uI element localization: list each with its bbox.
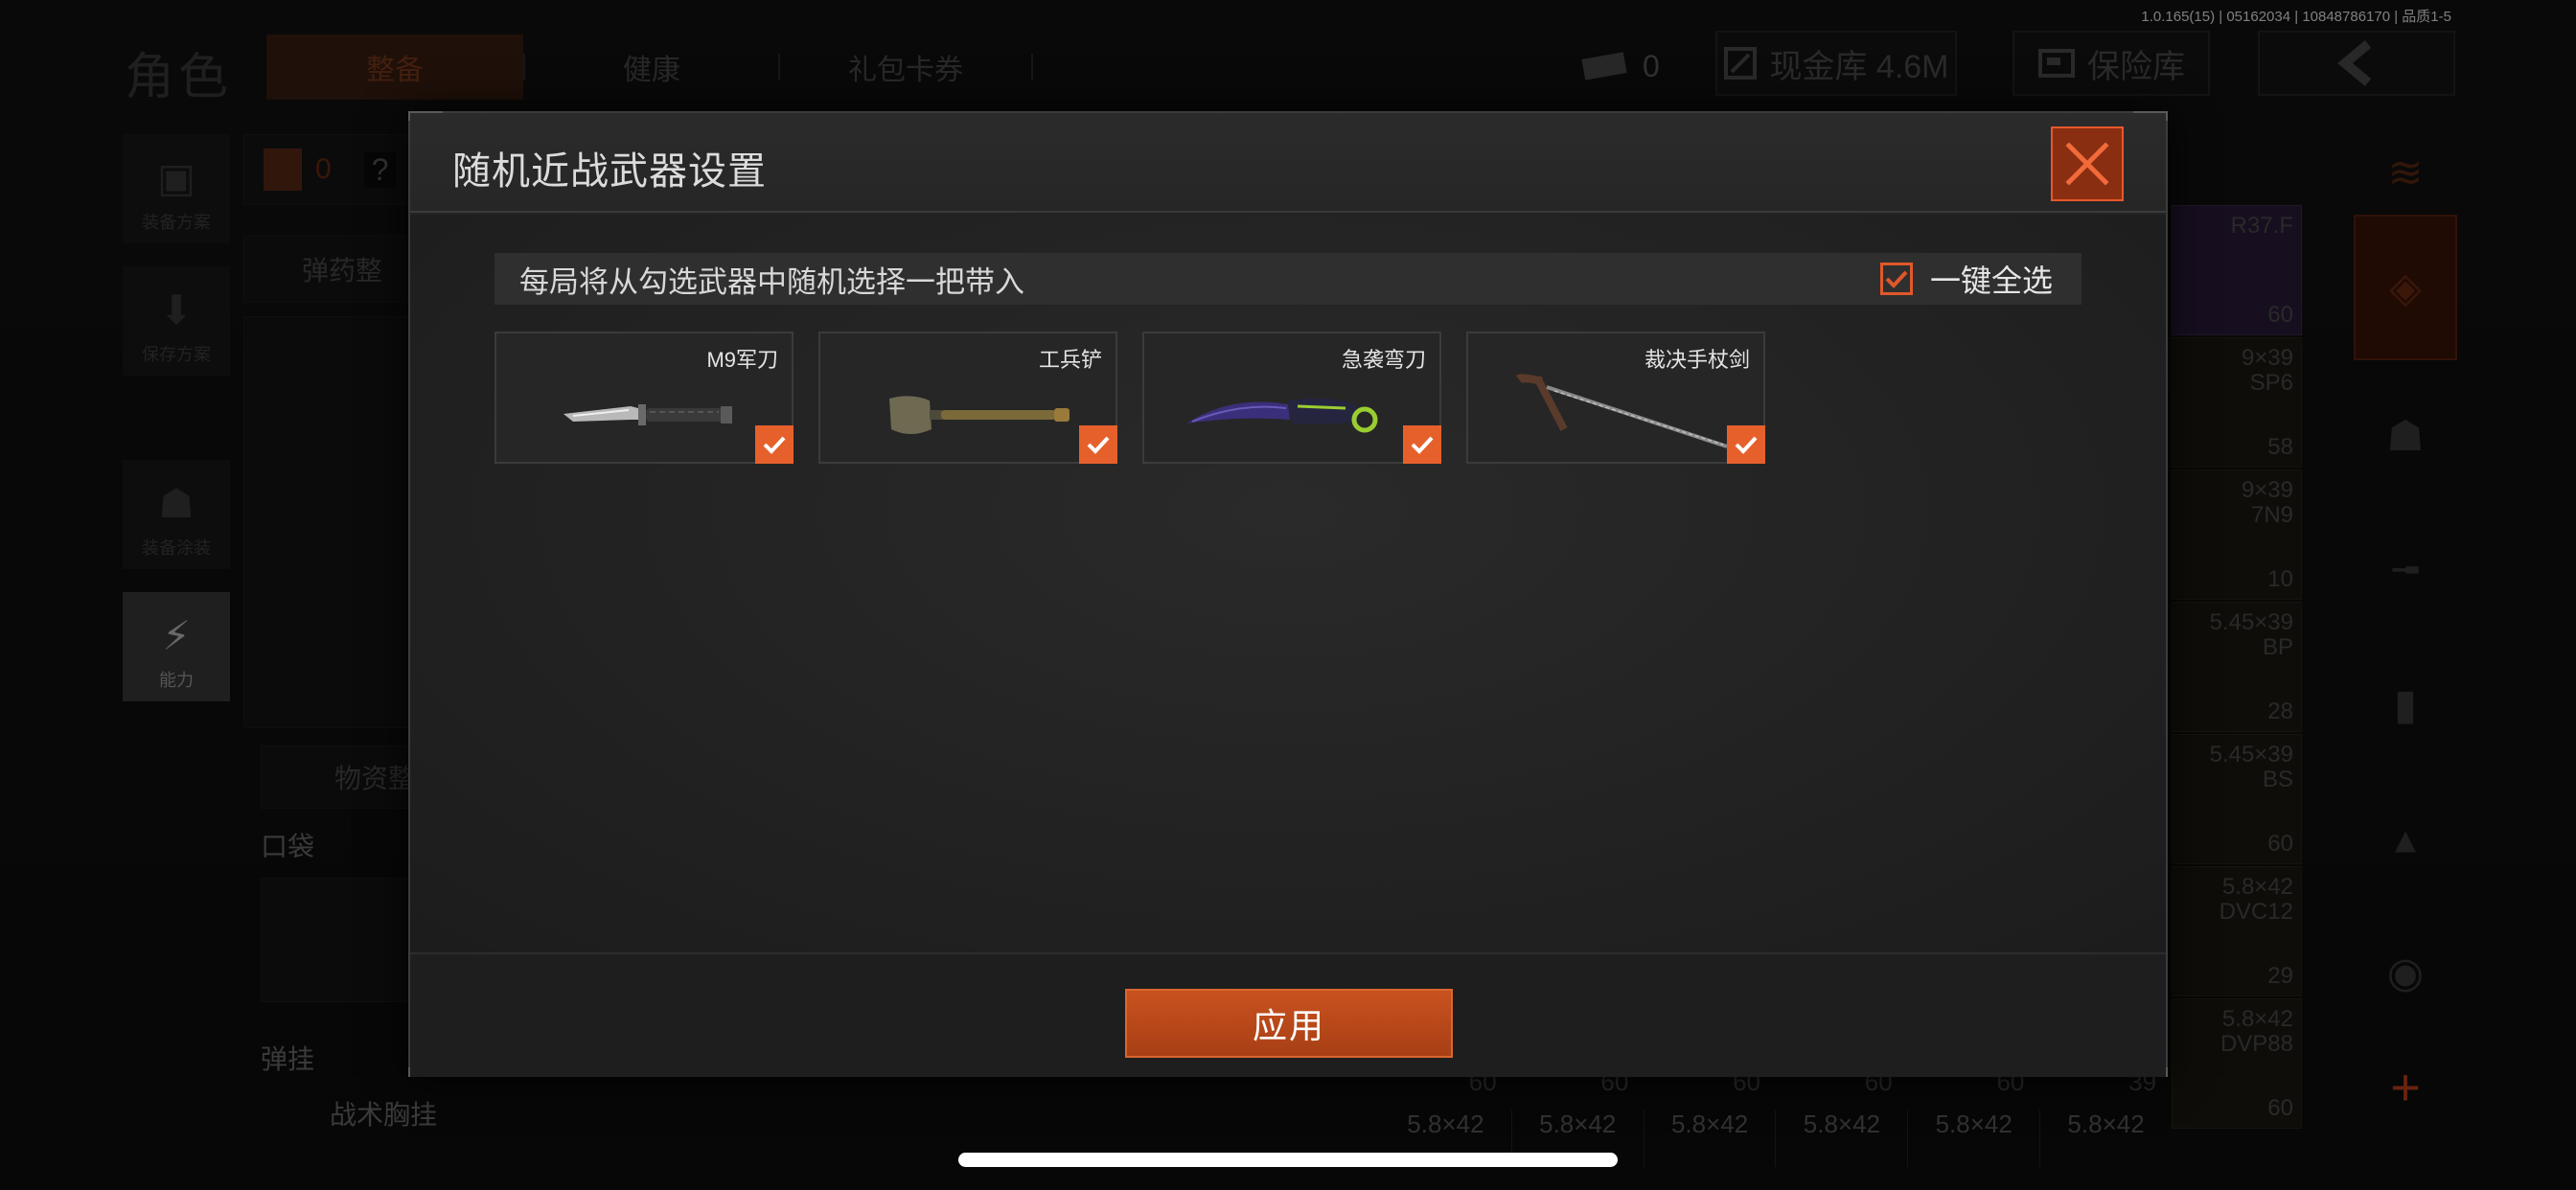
bayonet-knife-icon — [564, 404, 732, 425]
check-icon — [1087, 436, 1110, 454]
shovel-icon — [889, 396, 1070, 434]
cane-sword-icon — [1516, 374, 1728, 448]
check-icon — [1885, 270, 1908, 288]
dialog-header: 随机近战武器设置 — [410, 113, 2166, 213]
dialog-title: 随机近战武器设置 — [452, 150, 767, 193]
apply-button[interactable]: 应用 — [1125, 989, 1453, 1058]
home-indicator[interactable] — [958, 1153, 1618, 1167]
weapon-card-shovel[interactable]: 工兵铲 — [818, 332, 1117, 464]
weapon-list: M9军刀 工兵铲 急袭弯刀 裁决手杖剑 — [494, 332, 1765, 464]
karambit-icon — [1186, 398, 1378, 433]
weapon-checkbox[interactable] — [1727, 425, 1765, 464]
select-all-toggle[interactable]: 一键全选 — [1879, 257, 2053, 301]
select-all-checkbox[interactable] — [1879, 263, 1913, 295]
dialog-body: 每局将从勾选武器中随机选择一把带入 一键全选 M9军刀 工兵铲 急袭弯刀 裁决手… — [410, 215, 2166, 952]
weapon-checkbox[interactable] — [1403, 425, 1441, 464]
info-text: 每局将从勾选武器中随机选择一把带入 — [519, 264, 1024, 299]
check-icon — [1411, 436, 1434, 454]
check-icon — [1735, 436, 1758, 454]
close-icon — [2065, 142, 2109, 186]
weapon-checkbox[interactable] — [755, 425, 794, 464]
close-button[interactable] — [2051, 126, 2124, 201]
weapon-card-cane-sword[interactable]: 裁决手杖剑 — [1466, 332, 1765, 464]
select-all-label: 一键全选 — [1929, 263, 2053, 298]
weapon-checkbox[interactable] — [1079, 425, 1117, 464]
melee-weapon-settings-dialog: 随机近战武器设置 每局将从勾选武器中随机选择一把带入 一键全选 M9军刀 工兵铲… — [408, 111, 2168, 1077]
dialog-footer: 应用 — [410, 952, 2166, 1077]
check-icon — [763, 436, 786, 454]
weapon-card-m9[interactable]: M9军刀 — [494, 332, 794, 464]
weapon-card-karambit[interactable]: 急袭弯刀 — [1142, 332, 1441, 464]
info-bar: 每局将从勾选武器中随机选择一把带入 一键全选 — [494, 253, 2082, 305]
